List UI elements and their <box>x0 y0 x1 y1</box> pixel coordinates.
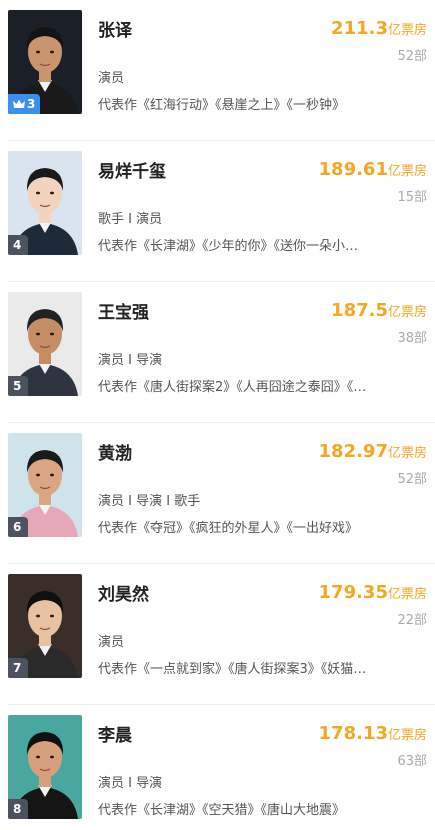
actor-roles: 演员 I 导演 <box>98 353 163 368</box>
box-office-unit: 亿票房 <box>387 728 427 743</box>
actor-name[interactable]: 黄渤 <box>98 439 132 464</box>
rank-badge: 3 <box>8 94 41 114</box>
crown-icon <box>13 99 25 108</box>
box-office: 179.35亿票房 <box>319 582 427 603</box>
rank-badge: 4 <box>8 235 28 255</box>
actor-roles: 歌手 I 演员 <box>98 212 163 227</box>
actor-name[interactable]: 王宝强 <box>98 298 149 323</box>
actor-name[interactable]: 易烊千玺 <box>98 157 166 182</box>
actor-photo[interactable]: 5 <box>8 292 82 396</box>
actor-name[interactable]: 刘昊然 <box>98 580 149 605</box>
box-office-value: 178.13 <box>318 723 388 744</box>
rank-number: 6 <box>13 520 22 534</box>
actor-photo[interactable]: 4 <box>8 151 82 255</box>
rank-number: 4 <box>13 238 22 252</box>
actor-row[interactable]: 3 张译 211.3亿票房 52部 演员 代表作《红海行动》《悬崖之上》《一秒钟… <box>0 0 435 141</box>
actor-row[interactable]: 7 刘昊然 179.35亿票房 22部 演员 代表作《一点就到家》《唐人街探案3… <box>0 564 435 705</box>
box-office-value: 211.3 <box>331 18 388 39</box>
representative-works: 代表作《唐人街探案2》《人再囧途之泰囧》《… <box>98 380 367 395</box>
works-count: 15部 <box>397 190 427 205</box>
rank-number: 7 <box>13 661 22 675</box>
box-office: 178.13亿票房 <box>319 723 427 744</box>
actor-ranking-list: 3 张译 211.3亿票房 52部 演员 代表作《红海行动》《悬崖之上》《一秒钟… <box>0 0 435 830</box>
actor-row[interactable]: 6 黄渤 182.97亿票房 52部 演员 I 导演 I 歌手 代表作《夺冠》《… <box>0 423 435 564</box>
box-office: 189.61亿票房 <box>319 159 427 180</box>
actor-roles: 演员 I 导演 I 歌手 <box>98 494 201 509</box>
actor-name[interactable]: 张译 <box>98 16 132 41</box>
works-count: 22部 <box>397 613 427 628</box>
actor-row[interactable]: 8 李晨 178.13亿票房 63部 演员 I 导演 代表作《长津湖》《空天猎》… <box>0 705 435 830</box>
works-count: 52部 <box>397 472 427 487</box>
box-office-value: 179.35 <box>318 582 388 603</box>
rank-number: 8 <box>13 802 22 816</box>
box-office: 211.3亿票房 <box>331 18 427 39</box>
actor-roles: 演员 I 导演 <box>98 776 163 791</box>
rank-badge: 7 <box>8 658 28 678</box>
works-count: 63部 <box>397 754 427 769</box>
actor-photo[interactable]: 3 <box>8 10 82 114</box>
representative-works: 代表作《长津湖》《少年的你》《送你一朵小… <box>98 239 359 254</box>
actor-roles: 演员 <box>98 635 125 650</box>
rank-number: 3 <box>27 97 36 111</box>
actor-row[interactable]: 4 易烊千玺 189.61亿票房 15部 歌手 I 演员 代表作《长津湖》《少年… <box>0 141 435 282</box>
representative-works: 代表作《红海行动》《悬崖之上》《一秒钟》 <box>98 98 346 113</box>
representative-works: 代表作《夺冠》《疯狂的外星人》《一出好戏》 <box>98 521 359 536</box>
box-office: 182.97亿票房 <box>319 441 427 462</box>
actor-roles: 演员 <box>98 71 125 86</box>
works-count: 38部 <box>397 331 427 346</box>
actor-photo[interactable]: 8 <box>8 715 82 819</box>
rank-badge: 5 <box>8 376 28 396</box>
box-office-unit: 亿票房 <box>387 587 427 602</box>
rank-number: 5 <box>13 379 22 393</box>
box-office-unit: 亿票房 <box>387 446 427 461</box>
box-office-value: 187.5 <box>331 300 388 321</box>
box-office-unit: 亿票房 <box>387 305 427 320</box>
box-office-unit: 亿票房 <box>387 164 427 179</box>
representative-works: 代表作《一点就到家》《唐人街探案3》《妖猫… <box>98 662 367 677</box>
actor-photo[interactable]: 7 <box>8 574 82 678</box>
box-office-value: 189.61 <box>318 159 388 180</box>
box-office-value: 182.97 <box>318 441 388 462</box>
rank-badge: 8 <box>8 799 28 819</box>
box-office: 187.5亿票房 <box>331 300 427 321</box>
representative-works: 代表作《长津湖》《空天猎》《唐山大地震》 <box>98 803 346 818</box>
works-count: 52部 <box>397 49 427 64</box>
box-office-unit: 亿票房 <box>387 23 427 38</box>
rank-badge: 6 <box>8 517 28 537</box>
actor-photo[interactable]: 6 <box>8 433 82 537</box>
actor-name[interactable]: 李晨 <box>98 721 132 746</box>
actor-row[interactable]: 5 王宝强 187.5亿票房 38部 演员 I 导演 代表作《唐人街探案2》《人… <box>0 282 435 423</box>
